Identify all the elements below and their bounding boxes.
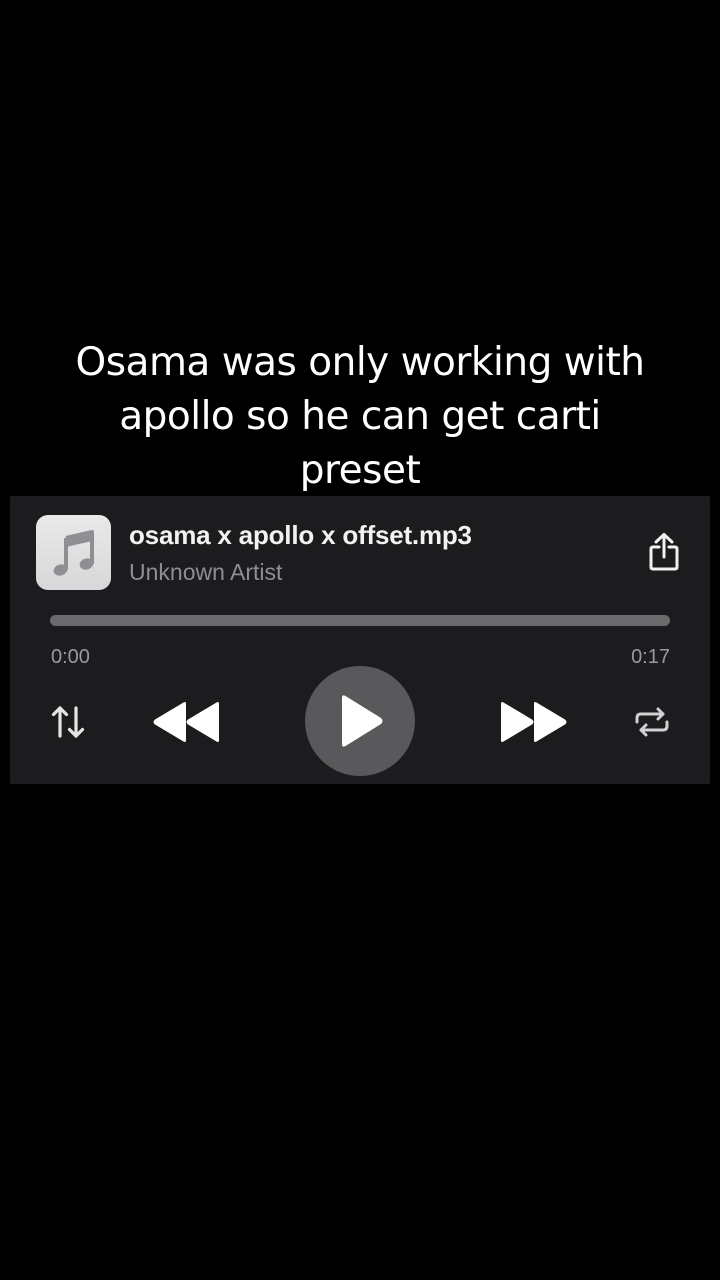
track-artwork <box>36 515 111 590</box>
track-artist: Unknown Artist <box>129 559 283 585</box>
shuffle-icon <box>51 706 85 738</box>
audio-player-card: osama x apollo x offset.mp3 Unknown Arti… <box>10 496 710 784</box>
music-note-icon <box>53 529 94 576</box>
rewind-button[interactable] <box>148 696 224 748</box>
elapsed-time: 0:00 <box>51 646 90 668</box>
share-button[interactable] <box>644 531 684 573</box>
repeat-button[interactable] <box>630 700 674 744</box>
progress-scrubber[interactable] <box>50 615 670 626</box>
play-icon <box>342 695 383 747</box>
shuffle-button[interactable] <box>46 700 90 744</box>
fast-forward-icon <box>501 702 567 742</box>
play-button[interactable] <box>305 666 415 776</box>
rewind-icon <box>153 702 219 742</box>
video-caption: Osama was only working with apollo so he… <box>20 336 700 498</box>
total-duration: 0:17 <box>631 646 670 668</box>
caption-line-3: preset <box>299 448 421 493</box>
track-title: osama x apollo x offset.mp3 <box>129 520 472 550</box>
repeat-icon <box>635 707 669 737</box>
caption-line-1: Osama was only working with <box>75 340 645 385</box>
caption-line-2: apollo so he can get carti <box>119 394 601 439</box>
fast-forward-button[interactable] <box>496 696 572 748</box>
share-icon <box>649 533 679 571</box>
